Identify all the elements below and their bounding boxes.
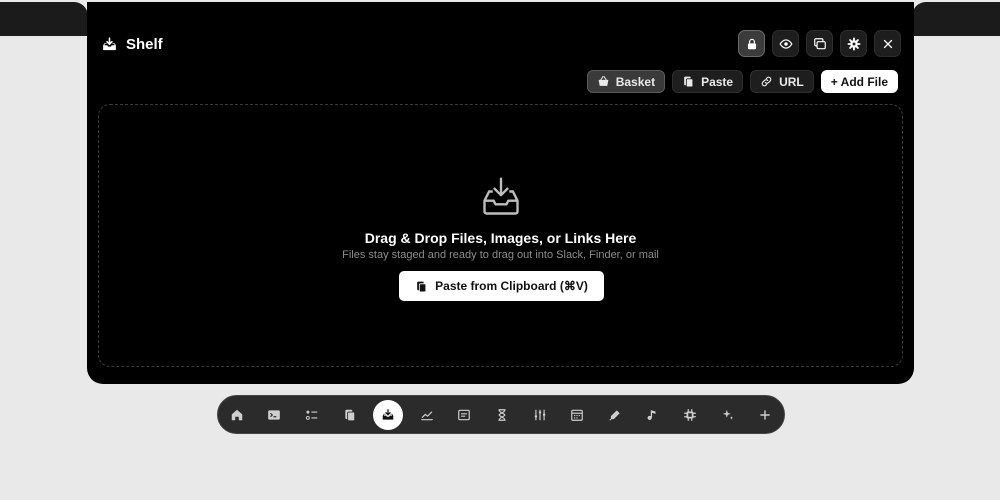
chart-icon <box>420 411 433 420</box>
notes-icon <box>458 409 471 420</box>
paste-label: Paste <box>701 74 734 89</box>
dock-checklist[interactable] <box>298 401 326 429</box>
lock-icon <box>747 38 756 49</box>
windows-button[interactable] <box>806 30 833 57</box>
tray-download-icon <box>483 177 519 215</box>
dock-home[interactable] <box>223 401 251 429</box>
color-picker-icon <box>609 409 620 421</box>
url-label: URL <box>779 74 804 89</box>
dock-color-picker[interactable] <box>601 401 629 429</box>
paste-from-clipboard-label: Paste from Clipboard (⌘V) <box>435 279 588 293</box>
dock-shelf[interactable] <box>373 399 404 430</box>
paste-button[interactable]: Paste <box>672 70 744 93</box>
clipboard-icon <box>344 409 355 421</box>
dock-cpu[interactable] <box>676 401 704 429</box>
dock-sparkle[interactable] <box>714 401 742 429</box>
close-button[interactable] <box>874 30 901 57</box>
shelf-icon <box>382 408 394 420</box>
dock-clipboard[interactable] <box>336 401 364 429</box>
left-tab <box>0 2 88 36</box>
close-icon <box>883 39 892 48</box>
module-dock <box>217 395 785 434</box>
plus-icon <box>760 409 770 420</box>
link-icon <box>761 76 772 87</box>
checklist-icon <box>306 410 318 420</box>
action-bar: Basket Paste URL + Add File <box>586 70 898 93</box>
app-title-text: Shelf <box>126 36 163 53</box>
windows-icon <box>813 37 826 49</box>
paste-from-clipboard-button[interactable]: Paste from Clipboard (⌘V) <box>399 271 604 301</box>
cpu-icon <box>684 408 696 421</box>
dock-mixer[interactable] <box>526 401 554 429</box>
dock-add[interactable] <box>751 401 779 429</box>
dock-calendar[interactable] <box>563 401 591 429</box>
music-icon <box>648 409 656 420</box>
dock-timer[interactable] <box>488 401 516 429</box>
drop-zone-subtitle: Files stay staged and ready to drag out … <box>342 249 659 261</box>
lock-button[interactable] <box>738 30 765 57</box>
add-file-label: + Add File <box>830 74 888 89</box>
gear-icon <box>847 37 860 50</box>
basket-button[interactable]: Basket <box>586 70 666 93</box>
preview-button[interactable] <box>772 30 799 57</box>
dock-terminal[interactable] <box>260 401 288 429</box>
drop-zone[interactable]: Drag & Drop Files, Images, or Links Here… <box>98 104 903 367</box>
app-title: Shelf <box>101 36 163 53</box>
basket-label: Basket <box>615 74 656 89</box>
clipboard-icon <box>417 281 427 292</box>
shelf-panel: Shelf Basket Paste URL + Add File Drag &… <box>87 2 914 384</box>
calendar-icon <box>571 409 584 421</box>
sparkle-icon <box>722 409 733 420</box>
url-button[interactable]: URL <box>750 70 814 93</box>
drop-zone-title: Drag & Drop Files, Images, or Links Here <box>364 230 637 246</box>
settings-button[interactable] <box>840 30 867 57</box>
timer-icon <box>498 408 506 421</box>
clipboard-icon <box>684 76 694 88</box>
dock-notes[interactable] <box>450 401 478 429</box>
mixer-icon <box>534 409 545 420</box>
terminal-icon <box>268 409 281 420</box>
add-file-button[interactable]: + Add File <box>820 70 898 93</box>
window-controls <box>738 30 901 57</box>
dock-music[interactable] <box>638 401 666 429</box>
dock-chart[interactable] <box>413 401 441 429</box>
tray-download-icon <box>103 37 116 51</box>
eye-icon <box>778 38 793 49</box>
basket-icon <box>598 76 609 86</box>
right-tab <box>912 2 1000 36</box>
home-icon <box>231 409 243 420</box>
